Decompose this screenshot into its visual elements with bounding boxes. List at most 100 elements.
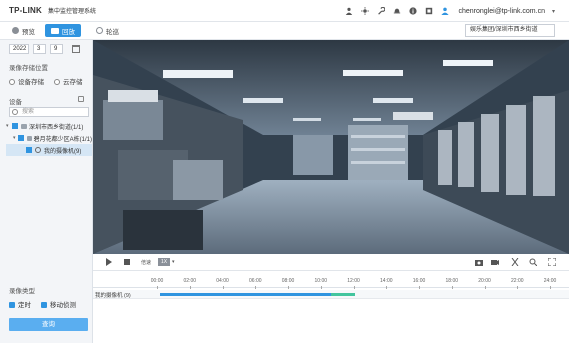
search-placeholder: 搜索: [22, 109, 35, 115]
storage-cloud-option[interactable]: 云存储: [54, 76, 83, 86]
camera-icon: [35, 147, 41, 153]
query-button[interactable]: 查询: [9, 318, 88, 331]
time-tick-label: 08:00: [281, 278, 295, 284]
tree-item-district[interactable]: ▾ 深圳市西乡街道(1/1): [6, 120, 92, 132]
user-icon[interactable]: [345, 7, 354, 16]
time-tick-mark: [353, 286, 355, 289]
time-tick-mark: [419, 286, 420, 289]
time-tick-mark: [157, 286, 158, 289]
track-row[interactable]: 我的摄像机 (9): [93, 290, 569, 299]
video-player[interactable]: [93, 40, 569, 254]
tree-item-label: 碧月花都少区A栋(1/1): [33, 136, 92, 143]
device-search-input[interactable]: 搜索: [9, 107, 89, 117]
storage-options: 设备存储 云存储: [9, 76, 83, 86]
time-tick-mark: [288, 286, 289, 289]
radio-icon: [9, 79, 15, 86]
search-icon: [12, 109, 18, 115]
time-tick-label: 16:00: [412, 278, 426, 284]
playback-icon: [51, 27, 59, 34]
video-frame-image: [93, 40, 569, 254]
calendar-icon[interactable]: [72, 45, 80, 53]
time-tick-mark: [550, 286, 551, 289]
record-motion-option[interactable]: 移动侦测: [41, 299, 76, 309]
info-icon[interactable]: [409, 7, 418, 16]
record-timed-option[interactable]: 定时: [9, 299, 31, 309]
time-axis: 00:00 02:00 04:00 06:00 08:00 10:00 12:00 14:00…: [93, 276, 569, 289]
time-tick-mark: [222, 286, 224, 289]
app-title: 集中监控管理系统: [47, 9, 96, 15]
chevron-down-icon[interactable]: ▾: [552, 8, 555, 15]
time-tick-label: 18:00: [445, 278, 459, 284]
user-email[interactable]: chenronglei@tp-link.com.cn: [459, 8, 545, 15]
time-tick-label: 10:00: [314, 278, 328, 284]
refresh-icon[interactable]: [78, 96, 84, 102]
record-timed-label: 定时: [18, 302, 31, 309]
chevron-down-icon[interactable]: ▾: [172, 259, 175, 265]
speed-select[interactable]: 1X: [158, 258, 170, 266]
time-tick-mark: [386, 286, 388, 289]
date-picker: 2022 3 9: [9, 44, 80, 54]
checkbox-icon: [9, 302, 15, 309]
month-input[interactable]: 3: [33, 44, 46, 54]
folder-icon: [26, 135, 32, 141]
time-tick-mark: [255, 286, 257, 289]
tab-tour[interactable]: 轮巡: [90, 24, 125, 37]
device-tree: ▾ 深圳市西乡街道(1/1) ▾ 碧月花都少区A栋(1/1) 我的摄像机(9): [6, 120, 92, 156]
play-icon[interactable]: [105, 258, 113, 266]
timeline[interactable]: 00:00 02:00 04:00 06:00 08:00 10:00 12:00 14:00…: [93, 271, 569, 343]
time-tick-label: 06:00: [248, 278, 262, 284]
tree-item-building[interactable]: ▾ 碧月花都少区A栋(1/1): [6, 132, 92, 144]
zoom-icon[interactable]: [529, 258, 537, 266]
device-title: 设备: [9, 99, 22, 106]
wrench-icon[interactable]: [377, 7, 386, 16]
time-tick-mark: [189, 286, 191, 289]
sidebar: 2022 3 9 录像存储位置 设备存储 云存储 设备 搜索 ▾ 深圳市西乡街道…: [0, 40, 93, 343]
tab-playback[interactable]: 回放: [45, 24, 81, 37]
stop-icon[interactable]: [123, 258, 131, 266]
tab-preview[interactable]: 预览: [6, 24, 41, 37]
storage-device-option[interactable]: 设备存储: [9, 76, 44, 86]
time-tick-mark: [484, 286, 486, 289]
bell-icon[interactable]: [393, 7, 402, 16]
top-bar: TP-LINK 集中监控管理系统 chenronglei@tp-link.com…: [0, 0, 569, 22]
tour-icon: [96, 27, 103, 34]
checkbox-icon[interactable]: [26, 147, 32, 153]
sun-icon[interactable]: [361, 7, 370, 16]
group-select[interactable]: 娱乐集团/深圳市西乡街道: [465, 24, 555, 37]
checkbox-icon: [41, 302, 47, 309]
playback-controls: 倍速 1X ▾: [93, 254, 569, 271]
tree-item-label: 我的摄像机(9): [44, 148, 82, 155]
tab-bar: 预览 回放 轮巡 娱乐集团/深圳市西乡街道: [0, 22, 569, 40]
cut-icon[interactable]: [511, 258, 519, 266]
time-tick-label: 20:00: [478, 278, 491, 284]
time-tick-label: 12:00: [347, 278, 360, 284]
recording-segment-motion[interactable]: [330, 293, 356, 296]
tab-tour-label: 轮巡: [106, 28, 119, 36]
fullscreen-icon[interactable]: [548, 258, 556, 266]
storage-device-label: 设备存储: [18, 79, 44, 86]
radio-icon: [54, 79, 60, 86]
checkbox-icon[interactable]: [12, 123, 18, 129]
day-input[interactable]: 9: [50, 44, 63, 54]
year-input[interactable]: 2022: [9, 44, 29, 54]
time-tick-label: 02:00: [183, 278, 197, 284]
track-label: 我的摄像机 (9): [95, 293, 131, 299]
account-icon[interactable]: [441, 7, 450, 16]
time-tick-label: 24:00: [543, 278, 557, 284]
download-icon[interactable]: [425, 7, 434, 16]
tree-item-camera[interactable]: 我的摄像机(9): [6, 144, 92, 156]
time-tick-mark: [517, 286, 519, 289]
tab-playback-label: 回放: [62, 28, 75, 36]
recording-segment-timed[interactable]: [160, 293, 331, 296]
storage-title: 录像存储位置: [9, 65, 48, 72]
time-tick-label: 22:00: [510, 278, 524, 284]
group-select-value: 娱乐集团/深圳市西乡街道: [470, 27, 538, 33]
speed-caption: 倍速: [141, 260, 152, 266]
storage-cloud-label: 云存储: [63, 79, 83, 86]
record-icon[interactable]: [491, 258, 499, 266]
time-tick-label: 14:00: [379, 278, 393, 284]
record-type-title: 录像类型: [9, 288, 35, 295]
time-tick-mark: [320, 286, 322, 289]
camera-icon[interactable]: [475, 258, 483, 266]
checkbox-icon[interactable]: [18, 135, 24, 141]
